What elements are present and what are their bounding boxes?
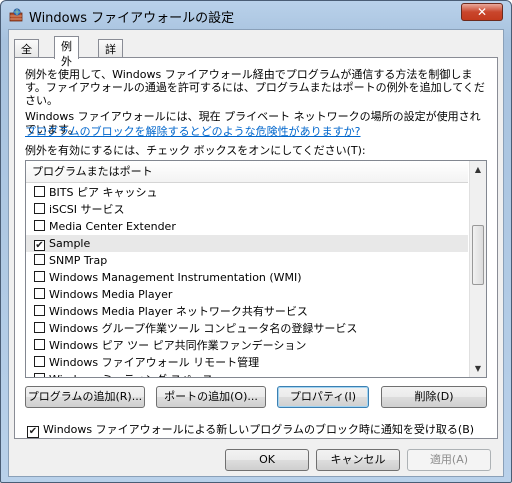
check-icon: ✔ [35,240,44,251]
list-item[interactable]: Windows ファイアウォール リモート管理 [26,354,468,371]
item-checkbox[interactable] [34,220,45,231]
properties-button[interactable]: プロパティ(I) [277,386,369,408]
list-scrollbar[interactable]: ▲ ▼ [469,161,486,377]
item-label: Windows グループ作業ツール コンピュータ名の登録サービス [49,322,358,335]
list-item[interactable]: Windows Management Instrumentation (WMI) [26,269,468,286]
list-item[interactable]: SNMP Trap [26,252,468,269]
item-checkbox[interactable]: ✔ [34,240,45,251]
notify-checkbox[interactable]: ✔ [27,426,39,438]
list-item[interactable]: BITS ピア キャッシュ [26,184,468,201]
list-column-header[interactable]: プログラムまたはポート [26,161,468,183]
exceptions-description: 例外を使用して、Windows ファイアウォール経由でプログラムが通信する方法を… [25,68,485,107]
title-bar[interactable]: Windows ファイアウォールの設定 ✕ [1,1,511,29]
item-checkbox[interactable] [34,339,45,350]
item-label: Windows ファイアウォール リモート管理 [49,356,260,369]
item-label: SNMP Trap [49,254,108,267]
item-checkbox[interactable] [34,288,45,299]
apply-button[interactable]: 適用(A) [407,449,491,471]
item-label: Windows ミーティング スペース [49,373,213,377]
tab-advanced[interactable]: 詳細設定 [98,39,123,101]
exceptions-panel: 例外を使用して、Windows ファイアウォール経由でプログラムが通信する方法を… [14,57,498,439]
close-button[interactable]: ✕ [461,3,503,21]
list-item[interactable]: Windows Media Player [26,286,468,303]
cancel-button[interactable]: キャンセル [316,449,400,471]
item-label: Windows ピア ツー ピア共同作業ファンデーション [49,339,307,352]
scroll-up-arrow-icon[interactable]: ▲ [470,161,486,178]
item-label: iSCSI サービス [49,203,125,216]
item-label: Windows Media Player ネットワーク共有サービス [49,305,308,318]
item-checkbox[interactable] [34,305,45,316]
list-item[interactable]: ✔ Sample [26,235,468,252]
list-item[interactable]: iSCSI サービス [26,201,468,218]
item-checkbox[interactable] [34,254,45,265]
item-label: Sample [49,237,91,250]
item-checkbox[interactable] [34,356,45,367]
tab-exceptions[interactable]: 例外 [54,36,79,68]
window-title: Windows ファイアウォールの設定 [29,11,235,26]
item-checkbox[interactable] [34,203,45,214]
tab-general[interactable]: 全般 [14,39,39,71]
item-label: BITS ピア キャッシュ [49,186,158,199]
add-program-button[interactable]: プログラムの追加(R)... [25,386,145,408]
notify-block-option[interactable]: ✔ Windows ファイアウォールによる新しいプログラムのブロック時に通知を受け… [27,421,474,438]
item-label: Windows Media Player [49,288,173,301]
ok-button[interactable]: OK [225,449,309,471]
scroll-thumb[interactable] [472,225,484,285]
item-checkbox[interactable] [34,322,45,333]
list-item[interactable]: Windows ピア ツー ピア共同作業ファンデーション [26,337,468,354]
notify-label: Windows ファイアウォールによる新しいプログラムのブロック時に通知を受け取… [43,423,475,436]
check-icon: ✔ [28,426,38,437]
delete-button[interactable]: 削除(D) [381,386,487,408]
list-item[interactable]: Windows ミーティング スペース [26,371,468,377]
add-port-button[interactable]: ポートの追加(O)... [156,386,266,408]
exceptions-list-body: BITS ピア キャッシュ iSCSI サービス Media Center Exte… [26,184,468,377]
list-prompt-label: 例外を有効にするには、チェック ボックスをオンにしてください(T): [25,144,366,157]
list-item[interactable]: Windows Media Player ネットワーク共有サービス [26,303,468,320]
firewall-app-icon [9,8,23,22]
list-item[interactable]: Windows グループ作業ツール コンピュータ名の登録サービス [26,320,468,337]
firewall-settings-window: Windows ファイアウォールの設定 ✕ 全般 例外 詳細設定 例外を使用して… [0,0,512,483]
item-checkbox[interactable] [34,271,45,282]
item-checkbox[interactable] [34,373,45,377]
item-label: Windows Management Instrumentation (WMI) [49,271,302,284]
close-icon: ✕ [476,5,488,19]
item-checkbox[interactable] [34,186,45,197]
scroll-down-arrow-icon[interactable]: ▼ [470,360,486,377]
list-item[interactable]: Media Center Extender [26,218,468,235]
dialog-client-area: 全般 例外 詳細設定 例外を使用して、Windows ファイアウォール経由でプロ… [8,29,504,477]
exceptions-list[interactable]: プログラムまたはポート BITS ピア キャッシュ iSCSI サービス Media… [25,160,487,378]
unblock-risk-link[interactable]: プログラムのブロックを解除するとどのような危険性がありますか? [25,123,361,139]
item-label: Media Center Extender [49,220,176,233]
